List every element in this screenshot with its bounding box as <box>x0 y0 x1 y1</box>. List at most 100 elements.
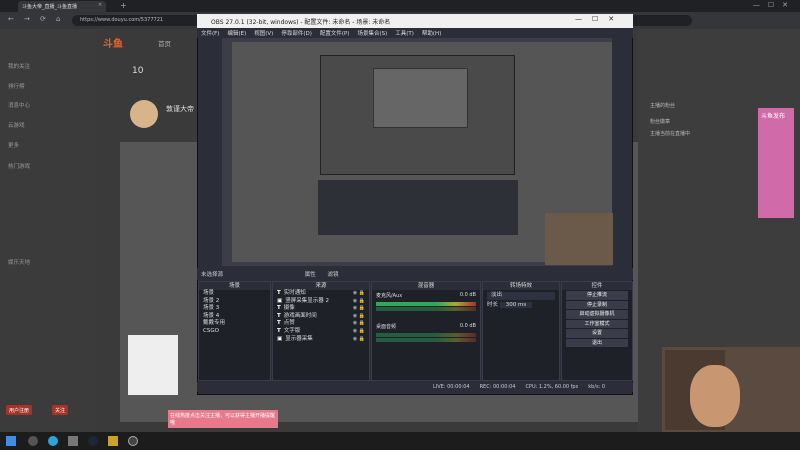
follow-tip: 在线热度点击关注主播，可以获得主播开播提醒哦 <box>168 410 278 428</box>
sidebar-item-cloud[interactable]: 云游戏 <box>8 121 25 129</box>
sources-dock: 来源 T 实时通知 ◉ 🔒 ▣ 竖屏采集显示器 2 ◉ 🔒 T 摄像 ◉ 🔒 T 游戏画面时间… <box>272 281 370 381</box>
maximize-icon[interactable]: ☐ <box>768 1 782 9</box>
virtual-camera-button[interactable]: 启动虚拟摄像机 <box>566 310 628 319</box>
source-item[interactable]: T 实时通知 ◉ 🔒 <box>273 290 369 298</box>
windows-icon[interactable] <box>6 436 16 446</box>
streamer-name[interactable]: 敦谨大帝 <box>166 104 194 114</box>
edge-icon[interactable] <box>48 436 58 446</box>
sidebar-item-messages[interactable]: 消息中心 <box>8 101 30 109</box>
windows-taskbar <box>0 432 800 450</box>
kbps-status: kb/s: 0 <box>588 384 606 390</box>
text-source-icon: T <box>277 320 281 327</box>
source-label: 显示器采集 <box>285 335 313 342</box>
forward-icon[interactable]: → <box>24 15 30 23</box>
tab-title: 斗鱼大帝_直播_斗鱼直播 <box>22 4 78 10</box>
minimize-icon[interactable]: — <box>753 1 768 9</box>
scene-item[interactable]: 场景 <box>199 290 270 298</box>
eye-lock-icon[interactable]: ◉ 🔒 <box>353 305 365 313</box>
settings-button[interactable]: 设置 <box>566 329 628 338</box>
menu-view[interactable]: 视图(V) <box>254 31 273 37</box>
source-item[interactable]: T 文字版 ◉ 🔒 <box>273 328 369 336</box>
text-source-icon: T <box>277 305 281 312</box>
menu-scene-collection[interactable]: 场景集合(S) <box>357 31 387 37</box>
controls-dock: 控件 停止推流 停止录制 启动虚拟摄像机 工作室模式 设置 退出 <box>561 281 633 381</box>
track-db: 0.0 dB <box>459 323 476 329</box>
stop-recording-button[interactable]: 停止录制 <box>566 300 628 309</box>
obs-maximize-icon[interactable]: ☐ <box>592 15 608 23</box>
reload-icon[interactable]: ⟳ <box>40 15 46 23</box>
duration-input[interactable]: 300 ms <box>499 301 533 308</box>
obs-title-bar: OBS 27.0.1 (32-bit, windows) - 配置文件: 未命名… <box>197 14 633 28</box>
obs-menu-bar: 文件(F) 编辑(E) 视图(V) 停靠部件(D) 配置文件(P) 场景集合(S) 工具(T… <box>197 28 633 38</box>
source-item[interactable]: ▣ 显示器采集 ◉ 🔒 <box>273 336 369 344</box>
window-controls[interactable]: —☐✕ <box>753 1 796 9</box>
text-source-icon: T <box>277 290 281 296</box>
source-label: 点赞 <box>283 320 295 327</box>
mixer-track-desktop: 桌面音频 0.0 dB <box>372 321 480 332</box>
obs-icon[interactable] <box>128 436 138 446</box>
sidebar-section-games: 热门游戏 <box>8 164 31 170</box>
source-item[interactable]: T 点赞 ◉ 🔒 <box>273 320 369 328</box>
app-icon[interactable] <box>108 436 118 446</box>
new-tab-button[interactable]: + <box>120 1 127 10</box>
register-button[interactable]: 用户注册 <box>6 405 33 415</box>
obs-status-bar: LIVE: 00:00:04 REC: 00:00:04 CPU: 1.2%, 60… <box>197 382 633 392</box>
scene-item[interactable]: CSGO <box>199 328 270 336</box>
controls-title: 控件 <box>562 282 632 290</box>
streamer-avatar[interactable] <box>130 100 158 128</box>
menu-edit[interactable]: 编辑(E) <box>227 31 246 37</box>
sidebar-item-more[interactable]: 更多 <box>8 141 19 149</box>
menu-docks[interactable]: 停靠部件(D) <box>281 31 312 37</box>
transition-select[interactable]: 淡出 <box>487 292 555 300</box>
qr-code <box>128 335 178 395</box>
menu-file[interactable]: 文件(F) <box>201 31 219 37</box>
eye-lock-icon[interactable]: ◉ 🔒 <box>353 320 365 328</box>
douyu-logo[interactable]: 斗鱼 <box>103 35 123 50</box>
store-icon[interactable] <box>68 436 78 446</box>
eye-lock-icon[interactable]: ◉ 🔒 <box>353 336 365 344</box>
mixer-dock: 混音器 麦克风/Aux 0.0 dB 桌面音频 0.0 dB <box>371 281 481 381</box>
chat-line: 粉丝徽章 <box>650 119 671 125</box>
scene-item[interactable]: 戴戴专用 <box>199 320 270 328</box>
display-source-icon: ▣ <box>277 335 283 342</box>
menu-tools[interactable]: 工具(T) <box>395 31 414 37</box>
scenes-title: 场景 <box>199 282 270 290</box>
scene-item[interactable]: 场景 3 <box>199 305 270 313</box>
follow-button[interactable]: 关注 <box>52 405 69 415</box>
eye-lock-icon[interactable]: ◉ 🔒 <box>353 328 365 336</box>
close-window-icon[interactable]: ✕ <box>782 1 796 9</box>
sidebar-item-rank[interactable]: 排行榜 <box>8 82 25 90</box>
menu-profile[interactable]: 配置文件(P) <box>320 31 350 37</box>
menu-help[interactable]: 帮助(H) <box>422 31 441 37</box>
studio-mode-button[interactable]: 工作室模式 <box>566 319 628 328</box>
browser-tab[interactable]: 斗鱼大帝_直播_斗鱼直播 <box>18 1 106 12</box>
volume-slider[interactable] <box>376 338 476 342</box>
steam-icon[interactable] <box>88 436 98 446</box>
back-icon[interactable]: ← <box>8 15 14 23</box>
source-item[interactable]: T 摄像 ◉ 🔒 <box>273 305 369 313</box>
source-label: 竖屏采集显示器 2 <box>285 297 329 304</box>
sidebar-item-follow[interactable]: 我的关注 <box>8 62 30 70</box>
rec-status: REC: 00:00:04 <box>479 384 516 390</box>
exit-button[interactable]: 退出 <box>566 338 628 347</box>
filters-button[interactable]: 滤镜 <box>328 272 339 278</box>
live-status: LIVE: 00:00:04 <box>433 384 470 390</box>
duration-label: 时长 <box>487 301 499 308</box>
home-icon[interactable]: ⌂ <box>56 15 60 23</box>
transitions-dock: 转场特效 淡出 时长 300 ms <box>482 281 560 381</box>
nav-home[interactable]: 首页 <box>158 38 171 48</box>
properties-button[interactable]: 属性 <box>305 272 316 278</box>
obs-close-icon[interactable]: ✕ <box>608 15 624 23</box>
search-icon[interactable] <box>28 436 38 446</box>
obs-window-controls[interactable]: —☐✕ <box>575 15 624 23</box>
volume-slider[interactable] <box>376 307 476 311</box>
mixer-title: 混音器 <box>372 282 480 290</box>
obs-minimize-icon[interactable]: — <box>575 15 592 23</box>
tab-close-icon[interactable]: × <box>98 2 102 8</box>
eye-lock-icon[interactable]: ◉ 🔒 <box>353 290 365 298</box>
display-source-icon: ▣ <box>277 297 283 304</box>
promo-banner[interactable]: 斗鱼发布 <box>758 108 794 218</box>
stop-streaming-button[interactable]: 停止推流 <box>566 291 628 300</box>
chat-line: 主播的粉丝 <box>650 103 676 109</box>
track-name: 麦克风/Aux <box>376 293 403 299</box>
